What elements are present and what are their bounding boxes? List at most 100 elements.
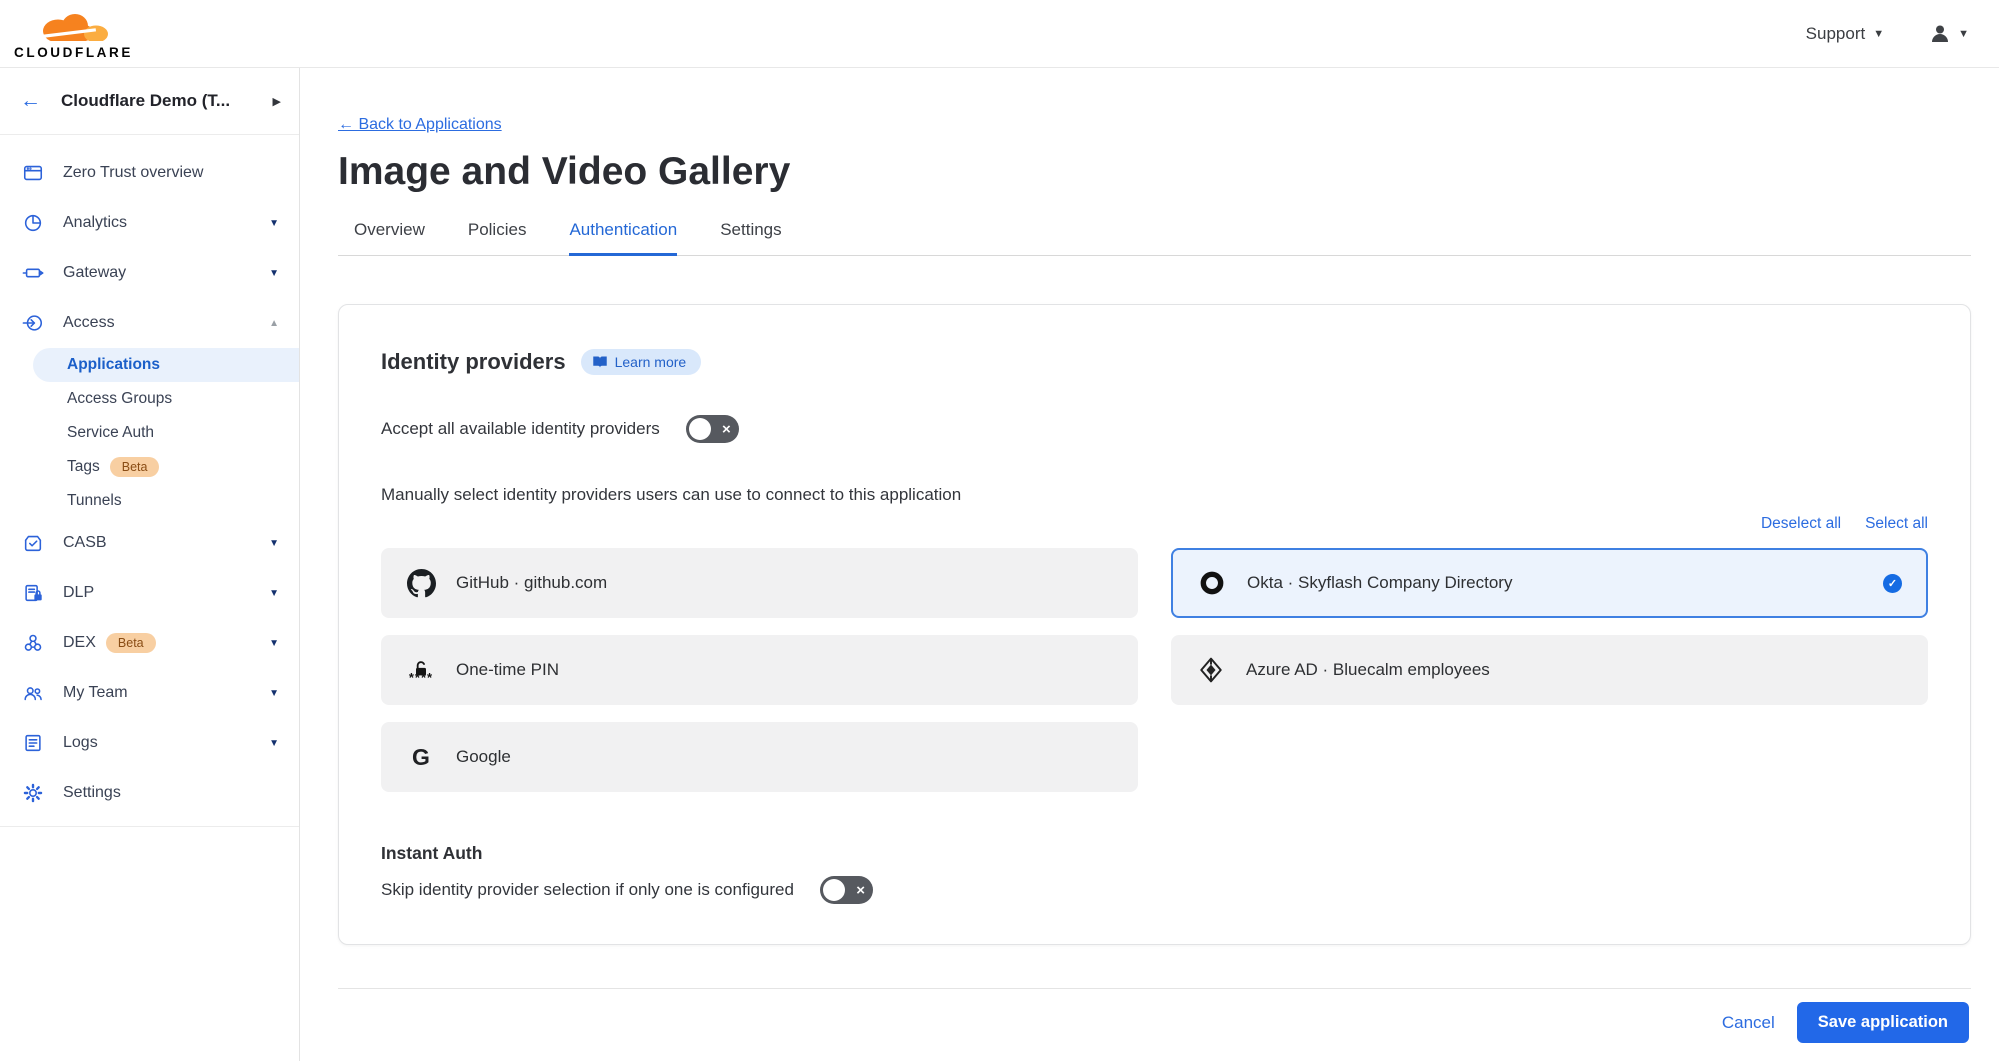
dlp-icon [22,581,46,605]
chevron-down-icon[interactable]: ▼ [269,218,279,229]
sidebar-item-casb[interactable]: CASB ▼ [0,518,299,568]
provider-tile-github[interactable]: GitHub · github.com [381,548,1138,618]
provider-tile-google[interactable]: G Google [381,722,1138,792]
deselect-all-link[interactable]: Deselect all [1761,515,1841,533]
sidebar-item-dex[interactable]: DEX Beta ▼ [0,618,299,668]
window-icon [22,161,46,185]
google-icon: G [406,746,436,769]
chevron-down-icon: ▼ [1873,28,1884,40]
account-name[interactable]: Cloudflare Demo (T... [61,91,273,111]
sidebar-item-logs[interactable]: Logs ▼ [0,718,299,768]
sidebar: ← Cloudflare Demo (T... ▶ Zero Trust ove… [0,68,300,1061]
chevron-down-icon[interactable]: ▼ [269,588,279,599]
sidebar-item-service-auth[interactable]: Service Auth [0,416,299,450]
otp-stars: **** [409,675,433,681]
sidebar-item-label: Gateway [63,264,126,282]
cloudflare-cloud-icon [28,8,120,48]
learn-more-badge[interactable]: Learn more [581,349,702,375]
toggle-off-x-icon: × [722,422,731,437]
chevron-down-icon[interactable]: ▼ [269,688,279,699]
chevron-down-icon[interactable]: ▼ [269,538,279,549]
toggle-knob [689,418,711,440]
book-icon [592,355,608,369]
sidebar-nav: Zero Trust overview Analytics ▼ Gateway … [0,135,299,827]
toggle-knob [823,879,845,901]
sidebar-item-access[interactable]: Access ▲ [0,298,299,348]
provider-label: Okta · Skyflash Company Directory [1247,573,1512,593]
sidebar-item-access-groups[interactable]: Access Groups [0,382,299,416]
sidebar-item-label: Tags [67,458,100,476]
support-label: Support [1806,24,1866,44]
sidebar-item-settings[interactable]: Settings [0,768,299,818]
github-icon [406,569,436,598]
sidebar-item-applications[interactable]: Applications [33,348,299,382]
chevron-down-icon[interactable]: ▼ [269,268,279,279]
sidebar-item-analytics[interactable]: Analytics ▼ [0,198,299,248]
select-all-link[interactable]: Select all [1865,515,1928,533]
sidebar-item-label: Applications [67,356,160,374]
provider-tile-one-time-pin[interactable]: **** One-time PIN [381,635,1138,705]
sidebar-item-label: DEX [63,634,96,652]
analytics-icon [22,211,46,235]
accept-all-toggle[interactable]: × [686,415,739,443]
provider-label: Google [456,747,511,767]
page-title: Image and Video Gallery [338,150,1999,194]
team-icon [22,681,46,705]
tab-settings[interactable]: Settings [720,220,781,256]
provider-label: GitHub · github.com [456,573,607,593]
chevron-up-icon[interactable]: ▲ [269,318,279,329]
back-to-applications-link[interactable]: ← Back to Applications [338,116,502,134]
support-menu[interactable]: Support ▼ [1806,24,1884,44]
expand-right-icon[interactable]: ▶ [273,95,281,108]
toggle-off-x-icon: × [856,883,865,898]
tab-authentication[interactable]: Authentication [569,220,677,256]
tab-overview[interactable]: Overview [354,220,425,256]
instant-auth-toggle[interactable]: × [820,876,873,904]
footer-divider [338,988,1971,989]
sidebar-item-dlp[interactable]: DLP ▼ [0,568,299,618]
sidebar-item-label: Analytics [63,214,127,232]
provider-label: One-time PIN [456,660,559,680]
tab-policies[interactable]: Policies [468,220,527,256]
manual-select-text: Manually select identity providers users… [381,485,1928,505]
instant-auth-heading: Instant Auth [381,843,1928,864]
save-application-button[interactable]: Save application [1797,1002,1969,1043]
chevron-down-icon[interactable]: ▼ [269,638,279,649]
learn-more-label: Learn more [615,354,687,370]
card-title: Identity providers [381,349,566,375]
sidebar-divider [0,826,299,827]
sidebar-item-tunnels[interactable]: Tunnels [0,484,299,518]
cloudflare-logo: CLOUDFLARE [14,8,133,60]
user-account-menu[interactable]: ▼ [1928,22,1969,46]
selected-check-icon: ✓ [1883,574,1902,593]
sidebar-item-label: My Team [63,684,128,702]
sidebar-item-label: Service Auth [67,424,154,442]
provider-tile-okta[interactable]: Okta · Skyflash Company Directory ✓ [1171,548,1928,618]
beta-badge: Beta [110,457,160,477]
one-time-pin-icon: **** [406,659,436,681]
provider-tile-azure-ad[interactable]: Azure AD · Bluecalm employees [1171,635,1928,705]
back-arrow-icon[interactable]: ← [20,89,41,113]
sidebar-item-gateway[interactable]: Gateway ▼ [0,248,299,298]
sidebar-item-label: Tunnels [67,492,122,510]
sidebar-item-label: Access [63,314,115,332]
chevron-down-icon[interactable]: ▼ [269,738,279,749]
sidebar-item-my-team[interactable]: My Team ▼ [0,668,299,718]
sidebar-item-label: Logs [63,734,98,752]
google-g-letter: G [412,746,430,769]
footer-actions: Cancel Save application [300,1002,1969,1043]
casb-icon [22,531,46,555]
gear-icon [22,781,46,805]
okta-icon [1197,570,1227,596]
cancel-button[interactable]: Cancel [1722,1013,1775,1033]
dex-icon [22,631,46,655]
chevron-down-icon: ▼ [1958,28,1969,40]
sidebar-item-label: CASB [63,534,107,552]
sidebar-item-tags[interactable]: Tags Beta [0,450,299,484]
sidebar-item-zero-trust-overview[interactable]: Zero Trust overview [0,148,299,198]
sidebar-item-label: Access Groups [67,390,172,408]
sidebar-item-label: Zero Trust overview [63,164,203,182]
logs-icon [22,731,46,755]
user-icon [1928,22,1952,46]
access-icon [22,311,46,335]
